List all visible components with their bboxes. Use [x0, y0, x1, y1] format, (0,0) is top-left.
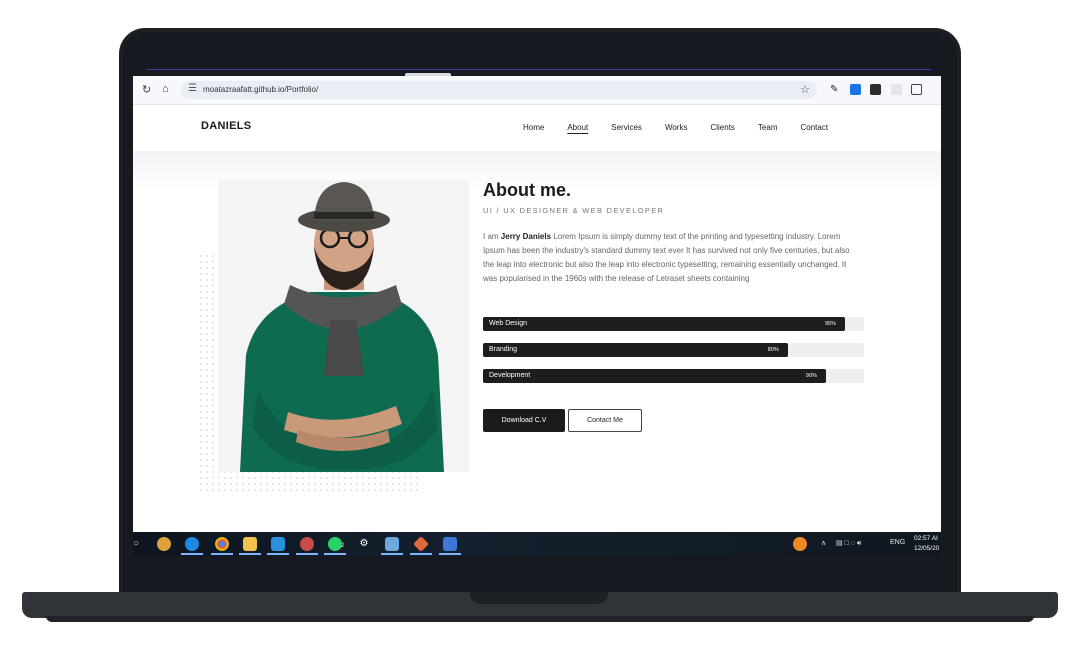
skill-label: Web Design [489, 320, 528, 327]
about-description: I am Jerry Daniels Lorem Ipsum is simply… [483, 230, 858, 286]
tray-icons[interactable]: ▤ □ ◌ 🔊︎ [836, 539, 861, 548]
nav-contact[interactable]: Contact [800, 123, 828, 132]
skill-percent: 90% [805, 373, 817, 379]
chrome-icon[interactable] [215, 537, 229, 551]
nav-services[interactable]: Services [611, 123, 642, 132]
about-subtitle: UI / UX DESIGNER & WEB DEVELOPER [483, 206, 665, 215]
settings-icon[interactable]: ⚙ [357, 537, 371, 551]
search-icon[interactable]: ○ [133, 537, 143, 551]
nav-works[interactable]: Works [665, 123, 688, 132]
vscode-icon[interactable] [271, 537, 285, 551]
skill-fill [483, 343, 788, 357]
download-cv-button[interactable]: Download C.V [483, 409, 565, 432]
system-clock[interactable]: 02:57 AI 12/05/20 [914, 534, 939, 554]
file-explorer-icon[interactable] [243, 537, 257, 551]
copilot-icon[interactable] [157, 537, 171, 551]
skill-bar-web-design: Web Design 95% [483, 317, 864, 331]
widget-icon[interactable] [793, 537, 807, 551]
skill-fill [483, 369, 826, 383]
skill-bar-branding: Branding 80% [483, 343, 864, 357]
site-info-icon[interactable]: ☰ [188, 83, 197, 94]
whatsapp-badge: 2 [341, 543, 345, 549]
skill-percent: 95% [824, 321, 836, 327]
nav-team[interactable]: Team [758, 123, 778, 132]
notes-icon[interactable] [385, 537, 399, 551]
image-viewer-icon[interactable] [443, 537, 457, 551]
windows-taskbar: ○ 2 ⚙ ∧ ▤ □ ◌ 🔊︎ ENG 02:57 AI 12/05/20 [133, 532, 941, 556]
chevron-up-icon[interactable]: ∧ [821, 539, 826, 547]
reload-icon[interactable]: ↻ [142, 83, 151, 96]
app-icon[interactable] [300, 537, 314, 551]
laptop-notch [470, 592, 608, 604]
skill-bar-development: Development 90% [483, 369, 864, 383]
blank-extension-icon[interactable] [891, 84, 902, 95]
star-icon[interactable]: ☆ [800, 83, 810, 96]
about-title: About me. [483, 180, 571, 200]
skill-label: Branding [489, 346, 518, 353]
nav-about[interactable]: About [567, 123, 588, 132]
site-logo[interactable]: DANIELS [201, 120, 251, 132]
home-icon[interactable]: ⌂ [162, 83, 169, 95]
whatsapp-icon[interactable] [328, 537, 342, 551]
browser-toolbar: ↻ ⌂ ☰ moatazraafatt.github.io/Portfolio/… [133, 76, 941, 105]
skill-percent: 80% [767, 347, 779, 353]
site-header: DANIELS Home About Services Works Client… [133, 105, 941, 151]
nav-clients[interactable]: Clients [710, 123, 734, 132]
contact-me-button[interactable]: Contact Me [568, 409, 642, 432]
about-intro: I am [483, 232, 499, 241]
profile-photo [218, 180, 469, 472]
pen-extension-icon[interactable]: ✎ [830, 84, 841, 95]
laptop-base-shadow [46, 616, 1034, 622]
address-bar[interactable]: ☰ moatazraafatt.github.io/Portfolio/ ☆ [181, 81, 817, 99]
laptop-screen: ↻ ⌂ ☰ moatazraafatt.github.io/Portfolio/… [133, 63, 941, 556]
browser-tabstrip [133, 63, 941, 76]
site-nav: Home About Services Works Clients Team C… [523, 123, 851, 132]
edge-icon[interactable] [185, 537, 199, 551]
app-extension-icon[interactable] [870, 84, 881, 95]
url-text: moatazraafatt.github.io/Portfolio/ [203, 85, 319, 94]
about-name: Jerry Daniels [500, 232, 552, 241]
download-extension-icon[interactable] [850, 84, 861, 95]
extensions-puzzle-icon[interactable] [911, 84, 922, 95]
language-indicator[interactable]: ENG [890, 539, 905, 546]
skill-label: Development [489, 372, 531, 379]
git-icon[interactable] [413, 536, 429, 552]
nav-home[interactable]: Home [523, 123, 544, 132]
skill-fill [483, 317, 845, 331]
